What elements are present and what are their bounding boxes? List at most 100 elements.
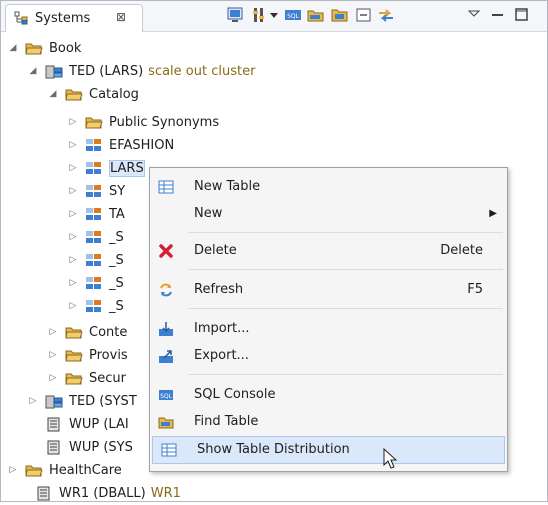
tree-node-schema[interactable]: ▷ _S	[67, 249, 124, 272]
menu-item-find-table[interactable]: Find Table	[150, 409, 507, 435]
menu-item-delete[interactable]: Delete Delete	[150, 238, 507, 264]
tree-node-wup-system[interactable]: WUP (SYS	[27, 436, 133, 459]
menu-item-sql-console[interactable]: SQL SQL Console	[150, 382, 507, 408]
tree-node-schema[interactable]: ▷ SY	[67, 180, 126, 203]
expand-toggle-icon[interactable]: ◢	[47, 83, 59, 106]
folder-icon	[65, 87, 83, 102]
menu-separator	[188, 232, 503, 233]
folder-icon	[65, 348, 83, 363]
node-label: _S	[109, 299, 124, 314]
sql-console-icon[interactable]: SQL	[284, 6, 302, 24]
schema-icon	[85, 230, 103, 245]
sql-icon: SQL	[158, 387, 174, 403]
node-label: WR1 (DBALL)	[59, 486, 146, 501]
expand-toggle-icon[interactable]: ▷	[67, 226, 79, 249]
tree-node-security[interactable]: ▷ Secur	[47, 367, 126, 390]
node-label: LARS	[109, 160, 145, 177]
node-label: HealthCare	[49, 463, 122, 478]
menu-item-label: Export...	[194, 348, 249, 363]
close-icon[interactable]: ⊠	[116, 10, 126, 24]
add-system-icon[interactable]	[226, 6, 244, 24]
menu-separator	[188, 269, 503, 270]
expand-toggle-icon[interactable]: ◢	[7, 37, 19, 60]
tree-node-schema[interactable]: ▷ _S	[67, 272, 124, 295]
folder-add-icon[interactable]	[307, 6, 325, 24]
node-label: Book	[49, 41, 82, 56]
node-label: Provis	[89, 348, 128, 363]
mouse-cursor-icon	[383, 447, 399, 470]
node-label: TA	[109, 207, 125, 222]
tab-label: Systems	[35, 11, 91, 26]
svg-text:SQL: SQL	[287, 13, 300, 20]
tree-node-efashion[interactable]: ▷ EFASHION	[67, 134, 175, 157]
node-label: Conte	[89, 325, 128, 340]
node-label: _S	[109, 276, 124, 291]
tree-node-lars[interactable]: ▷ LARS	[67, 157, 145, 180]
node-label: TED (SYST	[69, 394, 137, 409]
table-distribution-icon	[161, 442, 177, 458]
link-with-editor-icon[interactable]	[377, 6, 395, 24]
tree-node-healthcare[interactable]: ▷ HealthCare	[7, 459, 122, 482]
minimize-icon[interactable]	[489, 6, 507, 24]
menu-item-new[interactable]: New ▶	[150, 201, 507, 227]
schema-icon	[85, 276, 103, 291]
database-icon	[35, 486, 53, 501]
menu-item-new-table[interactable]: New Table	[150, 174, 507, 200]
node-description: scale out cluster	[148, 64, 256, 79]
tree-node-provisioning[interactable]: ▷ Provis	[47, 344, 128, 367]
menu-item-import[interactable]: Import...	[150, 316, 507, 342]
expand-toggle-icon[interactable]: ▷	[67, 111, 79, 134]
tree-node-content[interactable]: ▷ Conte	[47, 321, 128, 344]
expand-toggle-icon[interactable]: ▷	[67, 272, 79, 295]
expand-toggle-icon[interactable]: ▷	[47, 367, 59, 390]
expand-toggle-icon[interactable]: ▷	[27, 390, 39, 413]
tree-node-book[interactable]: ◢ Book	[7, 37, 82, 60]
expand-toggle-icon[interactable]: ▷	[7, 459, 19, 482]
folder-open-icon[interactable]	[331, 6, 349, 24]
expand-toggle-icon[interactable]: ▷	[67, 295, 79, 318]
menu-item-refresh[interactable]: Refresh F5	[150, 277, 507, 303]
menu-item-label: Show Table Distribution	[197, 442, 350, 457]
folder-icon	[85, 115, 103, 130]
settings-icon[interactable]	[251, 6, 269, 24]
menu-item-label: Refresh	[194, 282, 244, 297]
menu-item-show-table-distribution[interactable]: Show Table Distribution	[152, 436, 505, 464]
node-label: _S	[109, 253, 124, 268]
dropdown-arrow-icon[interactable]	[269, 6, 279, 24]
tree-node-schema[interactable]: ▷ _S	[67, 295, 124, 318]
expand-toggle-icon[interactable]: ▷	[67, 249, 79, 272]
refresh-icon	[158, 282, 174, 298]
delete-icon	[158, 243, 174, 259]
menu-separator	[188, 308, 503, 309]
node-label: _S	[109, 230, 124, 245]
menu-item-label: Import...	[194, 321, 250, 336]
tree-node-catalog[interactable]: ◢ Catalog	[47, 83, 139, 106]
menu-item-label: Delete	[194, 243, 237, 258]
collapse-all-icon[interactable]	[355, 6, 373, 24]
expand-toggle-icon[interactable]: ▷	[47, 344, 59, 367]
expand-toggle-icon[interactable]: ▷	[67, 203, 79, 226]
find-table-icon	[158, 414, 174, 430]
expand-toggle-icon[interactable]: ◢	[27, 60, 39, 83]
tree-node-ted-lars[interactable]: ◢ TED (LARS) scale out cluster	[27, 60, 256, 83]
tab-systems[interactable]: Systems ⊠	[5, 4, 143, 32]
menu-item-export[interactable]: Export...	[150, 343, 507, 369]
tree-node-ted-system[interactable]: ▷ TED (SYST	[27, 390, 137, 413]
folder-icon	[25, 41, 43, 56]
node-label: Public Synonyms	[109, 115, 220, 130]
tree-node-schema[interactable]: ▷ TA	[67, 203, 125, 226]
expand-toggle-icon[interactable]: ▷	[47, 321, 59, 344]
maximize-icon[interactable]	[513, 6, 531, 24]
expand-toggle-icon[interactable]: ▷	[67, 134, 79, 157]
tree-node-wup-lars[interactable]: WUP (LAI	[27, 413, 129, 436]
tree-node-public-synonyms[interactable]: ▷ Public Synonyms	[67, 111, 220, 134]
expand-toggle-icon[interactable]: ▷	[67, 157, 79, 180]
system-icon	[45, 64, 63, 79]
expand-toggle-icon[interactable]: ▷	[67, 180, 79, 203]
folder-icon	[65, 371, 83, 386]
submenu-arrow-icon: ▶	[489, 208, 497, 219]
view-menu-icon[interactable]	[465, 6, 483, 24]
tree-node-schema[interactable]: ▷ _S	[67, 226, 124, 249]
menu-item-label: New	[194, 206, 223, 221]
table-icon	[158, 179, 174, 195]
